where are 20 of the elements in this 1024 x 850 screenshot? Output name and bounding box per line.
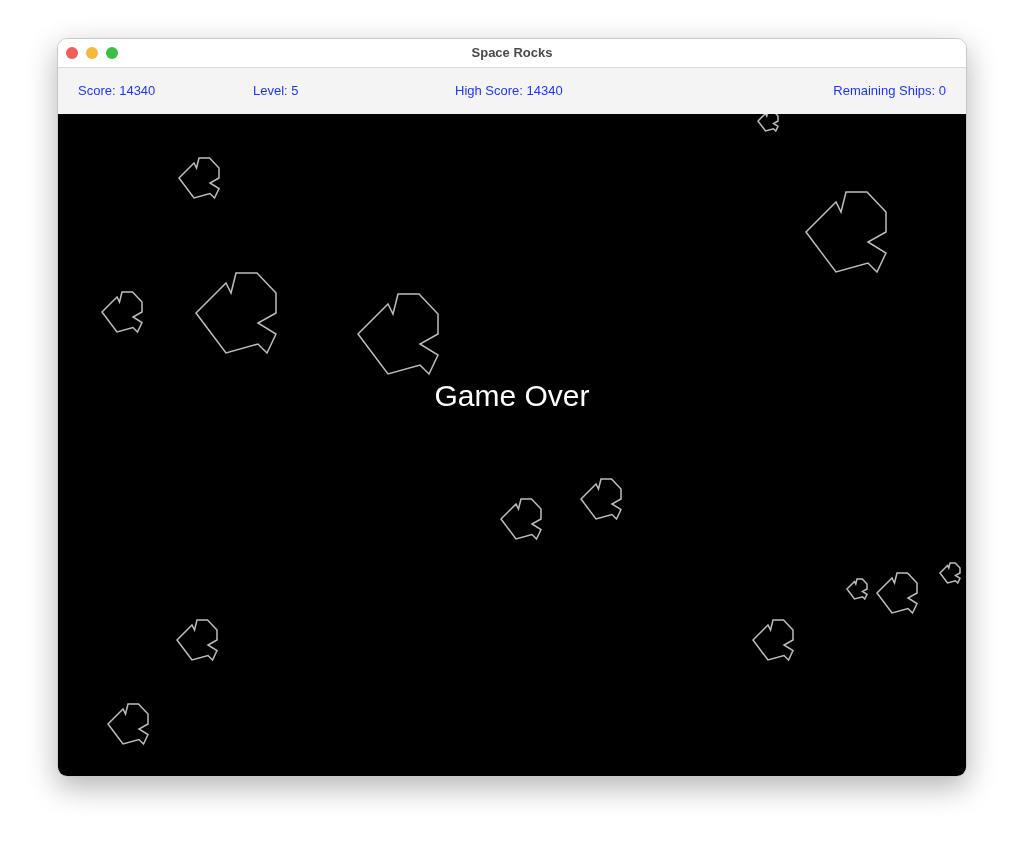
asteroid-drawing [876, 572, 918, 615]
zoom-button[interactable] [106, 47, 118, 59]
asteroid-drawing [500, 498, 542, 541]
asteroid-drawing [107, 703, 149, 746]
asteroid-drawing [939, 562, 961, 585]
asteroid-drawing [101, 291, 143, 334]
asteroid-drawing [178, 157, 220, 200]
game-over-message: Game Over [434, 377, 590, 414]
asteroid-drawing [846, 578, 868, 601]
asteroid-drawing [752, 619, 794, 662]
window-title: Space Rocks [471, 44, 553, 63]
asteroid-drawing [580, 478, 622, 521]
minimize-button[interactable] [86, 47, 98, 59]
stat-label: Score: 14340 [78, 83, 156, 99]
stat-label: Remaining Ships: 0 [833, 83, 946, 99]
stat-label: High Score: 14340 [455, 83, 563, 99]
asteroid-drawing [757, 114, 779, 133]
stat-label: Level: 5 [253, 83, 299, 99]
close-button[interactable] [66, 47, 78, 59]
asteroid-drawing [176, 619, 218, 662]
